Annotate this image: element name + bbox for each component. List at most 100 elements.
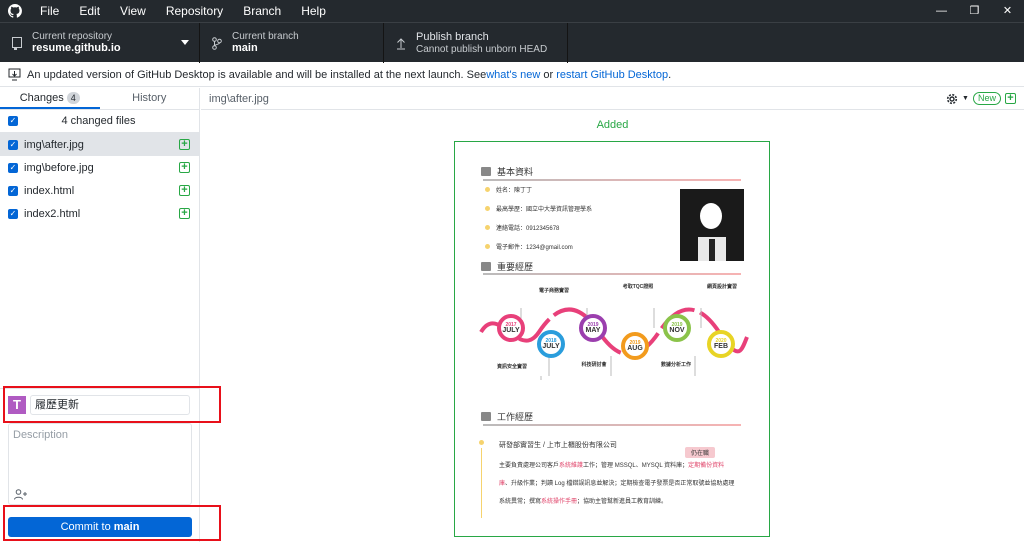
menu-view[interactable]: View	[110, 0, 156, 22]
file-added-icon: +	[179, 162, 190, 173]
info-text: 姓名：陳丁丁	[496, 188, 533, 194]
timeline-note: 考取TQC證照	[622, 284, 654, 290]
restart-link[interactable]: restart GitHub Desktop	[556, 69, 668, 81]
resume-section-experience: 重要經歷	[481, 260, 533, 273]
tab-history[interactable]: History	[100, 88, 200, 109]
gear-icon[interactable]	[946, 93, 958, 105]
section-divider	[483, 273, 741, 275]
diff-status-label: Added	[596, 119, 629, 131]
publish-subtext: Cannot publish unborn HEAD	[416, 44, 548, 55]
file-checkbox[interactable]: ✓	[8, 208, 18, 219]
file-checkbox[interactable]: ✓	[8, 162, 18, 173]
sidebar-tabs: Changes 4 History	[0, 88, 199, 110]
select-all-row: ✓ 4 changed files	[0, 110, 199, 133]
publish-caption: Publish branch	[416, 31, 489, 43]
resume-info-line: 姓名：陳丁丁	[485, 185, 532, 194]
timeline-node: 2019 NOV	[663, 314, 691, 342]
file-name: img\before.jpg	[24, 161, 94, 174]
menu-file[interactable]: File	[30, 0, 69, 22]
graduation-cap-icon	[481, 262, 491, 271]
commit-description-input[interactable]: Description	[8, 423, 192, 505]
whats-new-link[interactable]: what's new	[486, 69, 540, 81]
toolbar: Current repository resume.github.io Curr…	[0, 22, 1024, 63]
section-divider	[483, 424, 741, 426]
file-added-icon: +	[1005, 93, 1016, 104]
minimize-icon[interactable]: —	[925, 0, 958, 22]
update-banner: An updated version of GitHub Desktop is …	[0, 63, 1024, 87]
current-repository-button[interactable]: Current repository resume.github.io	[0, 23, 200, 63]
file-row[interactable]: ✓ img\before.jpg +	[0, 156, 199, 179]
update-icon	[8, 68, 21, 81]
file-added-icon: +	[179, 208, 190, 219]
timeline-node: 2020 FEB	[707, 330, 735, 358]
image-preview: 基本資料 姓名：陳丁丁 最高學歷：國立中大學資訊管理學系 連絡電話：091234…	[454, 141, 770, 537]
tab-changes[interactable]: Changes 4	[0, 88, 100, 109]
file-name: index2.html	[24, 207, 81, 220]
job-title: 研發部實習生 / 上市上櫃股份有限公司	[499, 442, 617, 449]
resume-info-line: 連絡電話：0912345678	[485, 223, 559, 232]
info-text: 最高學歷：國立中大學資訊管理學系	[496, 207, 593, 213]
person-icon	[481, 412, 491, 421]
add-coauthor-icon[interactable]	[14, 489, 28, 503]
timeline-note: 資訊安全實習	[496, 364, 527, 370]
timeline-note: 科技研討會	[581, 362, 607, 368]
changed-files-count: 4 changed files	[61, 115, 136, 127]
diff-header: img\after.jpg ▼ New +	[201, 88, 1024, 110]
job-description: 系統異常；撰寫系統操作手冊；協助主管幫新進員工教育訓練。	[499, 499, 668, 505]
timeline-note: 網頁設計實習	[706, 284, 737, 290]
file-name: img\after.jpg	[24, 138, 84, 151]
banner-text: An updated version of GitHub Desktop is …	[27, 68, 487, 81]
highlight-box-commit	[3, 505, 221, 541]
job-description: 庫、升級作業；判讀 Log 檔錯誤訊息並解決；定期檢查電子發票是否正常取號並協助…	[499, 481, 735, 487]
profile-photo	[680, 189, 744, 261]
highlight-box-summary	[3, 386, 221, 423]
banner-end: .	[668, 68, 672, 81]
home-icon	[481, 167, 491, 176]
branch-caption: Current branch	[232, 31, 299, 42]
resume-info-line: 電子郵件：1234@gmail.com	[485, 242, 573, 251]
file-row[interactable]: ✓ index.html +	[0, 179, 199, 202]
job-description: 主要負責處理公司客戶系統維護工作；管理 MSSQL、MYSQL 資料庫；定期備份…	[499, 463, 725, 469]
close-icon[interactable]: ✕	[991, 0, 1024, 22]
file-row[interactable]: ✓ img\after.jpg +	[0, 133, 199, 156]
branch-name: main	[232, 42, 258, 54]
timeline-node: 2018 JULY	[537, 330, 565, 358]
timeline-note: 電子商務實習	[538, 288, 569, 294]
resume-section-basic: 基本資料	[481, 165, 533, 178]
diff-file-path: img\after.jpg	[209, 92, 269, 105]
timeline-node: 2017 JULY	[497, 314, 525, 342]
timeline-node: 2019 AUG	[621, 332, 649, 360]
changes-sidebar: Changes 4 History ✓ 4 changed files ✓ img…	[0, 88, 200, 542]
upload-icon	[392, 37, 410, 50]
section-title: 工作經歷	[497, 412, 534, 422]
file-checkbox[interactable]: ✓	[8, 185, 18, 196]
title-bar: File Edit View Repository Branch Help — …	[0, 0, 1024, 22]
work-timeline-line	[481, 448, 482, 518]
select-all-checkbox[interactable]: ✓	[8, 116, 18, 126]
changes-count-badge: 4	[66, 92, 80, 104]
repo-name: resume.github.io	[32, 42, 121, 54]
new-file-tag: New	[972, 92, 1001, 105]
maximize-icon[interactable]: ❐	[958, 0, 991, 22]
menu-repository[interactable]: Repository	[156, 0, 233, 22]
timeline-node: 2019 MAY	[579, 314, 607, 342]
timeline-note: 數據分析工作	[660, 362, 691, 368]
publish-branch-button[interactable]: Publish branch Cannot publish unborn HEA…	[384, 23, 568, 63]
menu-help[interactable]: Help	[291, 0, 336, 22]
info-text: 電子郵件：1234@gmail.com	[496, 245, 573, 251]
menu-branch[interactable]: Branch	[233, 0, 291, 22]
file-row[interactable]: ✓ index2.html +	[0, 202, 199, 225]
file-checkbox[interactable]: ✓	[8, 139, 18, 150]
work-bullet	[479, 440, 484, 445]
section-title: 重要經歷	[497, 262, 534, 272]
resume-section-work: 工作經歷	[481, 410, 533, 423]
menu-edit[interactable]: Edit	[69, 0, 110, 22]
file-name: index.html	[24, 184, 75, 197]
section-title: 基本資料	[497, 167, 534, 177]
chevron-down-icon[interactable]: ▼	[962, 95, 969, 102]
file-added-icon: +	[179, 139, 190, 150]
current-branch-button[interactable]: Current branch main	[200, 23, 384, 63]
repo-caption: Current repository	[32, 31, 113, 42]
banner-mid: or	[540, 68, 557, 81]
branch-icon	[208, 36, 226, 50]
